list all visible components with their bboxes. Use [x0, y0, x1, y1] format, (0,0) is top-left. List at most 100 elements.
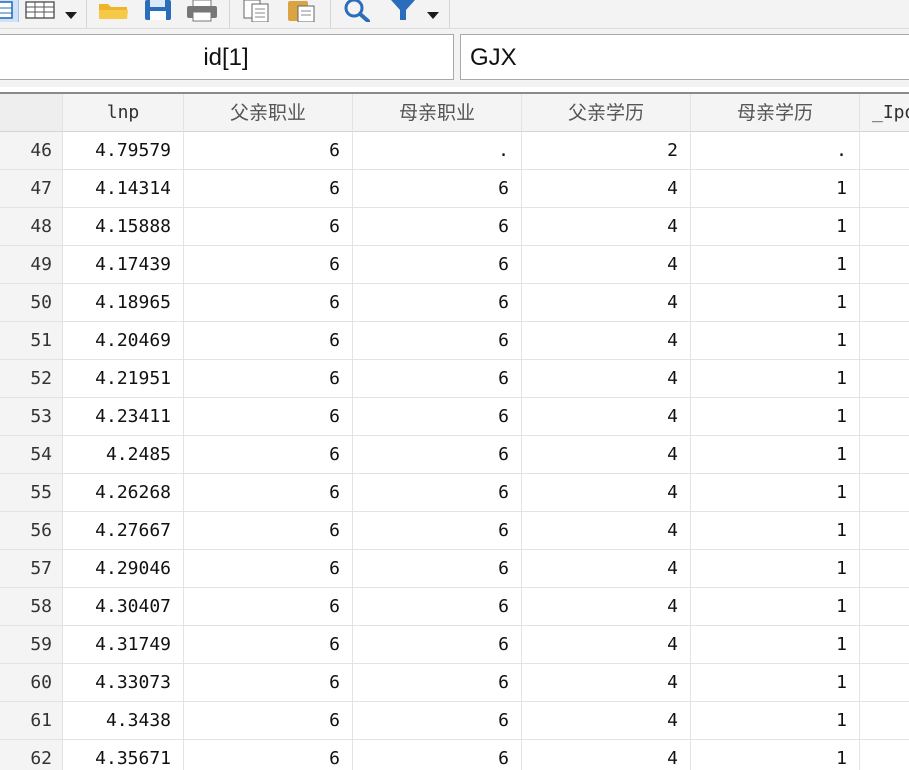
cell-father-education[interactable]: 4	[522, 702, 691, 740]
cell-father-education[interactable]: 4	[522, 664, 691, 702]
variable-name-box[interactable]: id[1]	[0, 34, 454, 80]
cell-mother-education[interactable]: 1	[691, 664, 860, 702]
cell-mother-occupation[interactable]: 6	[353, 474, 522, 512]
cell-father-education[interactable]: 4	[522, 588, 691, 626]
cell-father-education[interactable]: 4	[522, 360, 691, 398]
cell-lnp[interactable]: 4.18965	[63, 284, 184, 322]
cell-ipo[interactable]	[860, 702, 909, 740]
cell-ipo[interactable]	[860, 664, 909, 702]
print-icon[interactable]	[185, 0, 219, 22]
cell-mother-occupation[interactable]: 6	[353, 664, 522, 702]
cell-ipo[interactable]	[860, 322, 909, 360]
cell-mother-occupation[interactable]: 6	[353, 246, 522, 284]
row-number[interactable]: 62	[0, 740, 63, 770]
cell-father-occupation[interactable]: 6	[184, 550, 353, 588]
cell-mother-education[interactable]: .	[691, 132, 860, 170]
cell-father-education[interactable]: 4	[522, 284, 691, 322]
cell-lnp[interactable]: 4.29046	[63, 550, 184, 588]
cell-mother-education[interactable]: 1	[691, 246, 860, 284]
row-number[interactable]: 61	[0, 702, 63, 740]
column-header-ipo[interactable]: _Ipo	[860, 94, 909, 132]
cell-mother-occupation[interactable]: 6	[353, 550, 522, 588]
cell-father-occupation[interactable]: 6	[184, 436, 353, 474]
cell-mother-education[interactable]: 1	[691, 360, 860, 398]
row-number[interactable]: 48	[0, 208, 63, 246]
cell-ipo[interactable]	[860, 588, 909, 626]
row-number[interactable]: 57	[0, 550, 63, 588]
cell-lnp[interactable]: 4.27667	[63, 512, 184, 550]
cell-mother-education[interactable]: 1	[691, 702, 860, 740]
cell-lnp[interactable]: 4.79579	[63, 132, 184, 170]
cell-mother-occupation[interactable]: 6	[353, 284, 522, 322]
row-number[interactable]: 58	[0, 588, 63, 626]
cell-father-occupation[interactable]: 6	[184, 474, 353, 512]
cell-mother-occupation[interactable]: 6	[353, 512, 522, 550]
cell-lnp[interactable]: 4.20469	[63, 322, 184, 360]
cell-mother-education[interactable]: 1	[691, 740, 860, 770]
cell-father-education[interactable]: 4	[522, 550, 691, 588]
cell-mother-occupation[interactable]: 6	[353, 588, 522, 626]
cell-father-occupation[interactable]: 6	[184, 322, 353, 360]
cell-mother-education[interactable]: 1	[691, 512, 860, 550]
row-number[interactable]: 56	[0, 512, 63, 550]
cell-father-occupation[interactable]: 6	[184, 132, 353, 170]
cell-father-education[interactable]: 4	[522, 474, 691, 512]
cell-ipo[interactable]	[860, 360, 909, 398]
cell-lnp[interactable]: 4.23411	[63, 398, 184, 436]
cell-ipo[interactable]	[860, 474, 909, 512]
row-number[interactable]: 54	[0, 436, 63, 474]
cell-father-occupation[interactable]: 6	[184, 512, 353, 550]
cell-ipo[interactable]	[860, 132, 909, 170]
cell-lnp[interactable]: 4.33073	[63, 664, 184, 702]
cell-mother-education[interactable]: 1	[691, 474, 860, 512]
cell-ipo[interactable]	[860, 170, 909, 208]
search-icon[interactable]	[341, 0, 375, 23]
cell-father-occupation[interactable]: 6	[184, 398, 353, 436]
copy-icon[interactable]	[240, 0, 274, 23]
column-header-mother-occupation[interactable]: 母亲职业	[353, 94, 522, 132]
cell-father-education[interactable]: 4	[522, 436, 691, 474]
cell-father-occupation[interactable]: 6	[184, 284, 353, 322]
cell-ipo[interactable]	[860, 398, 909, 436]
cell-mother-education[interactable]: 1	[691, 398, 860, 436]
table-view-icon[interactable]	[24, 0, 58, 22]
cell-ipo[interactable]	[860, 284, 909, 322]
cell-mother-occupation[interactable]: 6	[353, 322, 522, 360]
row-number[interactable]: 47	[0, 170, 63, 208]
cell-ipo[interactable]	[860, 550, 909, 588]
cell-lnp[interactable]: 4.35671	[63, 740, 184, 770]
cell-father-education[interactable]: 4	[522, 170, 691, 208]
cell-mother-occupation[interactable]: .	[353, 132, 522, 170]
cell-lnp[interactable]: 4.31749	[63, 626, 184, 664]
cell-lnp[interactable]: 4.15888	[63, 208, 184, 246]
cell-ipo[interactable]	[860, 208, 909, 246]
cell-mother-education[interactable]: 1	[691, 436, 860, 474]
row-number[interactable]: 46	[0, 132, 63, 170]
cell-mother-occupation[interactable]: 6	[353, 626, 522, 664]
cell-father-occupation[interactable]: 6	[184, 740, 353, 770]
cell-ipo[interactable]	[860, 246, 909, 284]
cell-lnp[interactable]: 4.3438	[63, 702, 184, 740]
cell-father-occupation[interactable]: 6	[184, 588, 353, 626]
corner-header[interactable]	[0, 94, 63, 132]
row-number[interactable]: 59	[0, 626, 63, 664]
row-number[interactable]: 55	[0, 474, 63, 512]
column-header-father-education[interactable]: 父亲学历	[522, 94, 691, 132]
row-number[interactable]: 49	[0, 246, 63, 284]
cell-father-occupation[interactable]: 6	[184, 360, 353, 398]
paste-icon[interactable]	[286, 0, 320, 23]
save-icon[interactable]	[143, 0, 173, 22]
cell-mother-education[interactable]: 1	[691, 284, 860, 322]
column-header-mother-education[interactable]: 母亲学历	[691, 94, 860, 132]
cell-ipo[interactable]	[860, 626, 909, 664]
column-header-father-occupation[interactable]: 父亲职业	[184, 94, 353, 132]
dropdown-caret-icon[interactable]	[65, 12, 77, 19]
cell-lnp[interactable]: 4.21951	[63, 360, 184, 398]
cell-mother-occupation[interactable]: 6	[353, 170, 522, 208]
cell-ipo[interactable]	[860, 740, 909, 770]
data-editor-icon[interactable]	[0, 0, 19, 22]
cell-father-occupation[interactable]: 6	[184, 208, 353, 246]
data-grid[interactable]: lnp 父亲职业 母亲职业 父亲学历 母亲学历 _Ipo 464.795796.…	[0, 92, 909, 770]
cell-mother-education[interactable]: 1	[691, 550, 860, 588]
column-header-lnp[interactable]: lnp	[63, 94, 184, 132]
